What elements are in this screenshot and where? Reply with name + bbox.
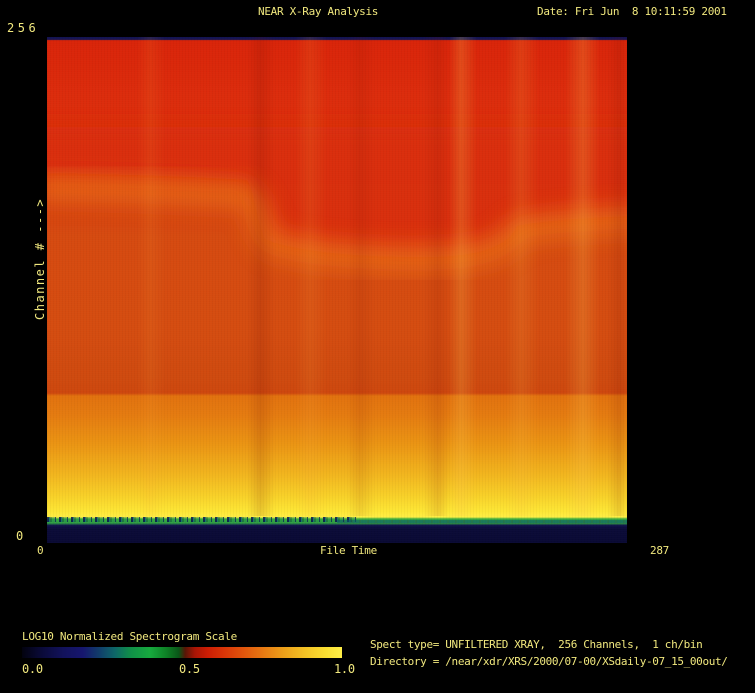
colorbar-tick-max: 1.0: [334, 662, 355, 676]
app-canvas: NEAR X-Ray Analysis Date: Fri Jun 8 10:1…: [0, 0, 755, 693]
x-axis-min-tick: 0: [37, 544, 44, 557]
green-stripe-noise-right: [337, 520, 627, 523]
directory-line: Directory = /near/xdr/XRS/2000/07-00/XSd…: [370, 655, 728, 668]
colorbar-tick-mid: 0.5: [179, 662, 200, 676]
date-label: Date: Fri Jun 8 10:11:59 2001: [537, 5, 727, 18]
y-axis-max-tick: 256: [7, 21, 40, 35]
spect-type-line: Spect type= UNFILTERED XRAY, 256 Channel…: [370, 638, 703, 651]
green-stripe-noise: [47, 517, 359, 522]
y-axis-label: Channel # --->: [33, 197, 47, 320]
page-title: NEAR X-Ray Analysis: [258, 5, 379, 18]
colorbar-tick-min: 0.0: [22, 662, 43, 676]
spectrogram-image: [47, 37, 627, 543]
y-axis-min-tick: 0: [16, 529, 23, 543]
colorbar-title: LOG10 Normalized Spectrogram Scale: [22, 630, 237, 643]
x-axis-label: File Time: [320, 544, 377, 557]
spectrogram-noise-texture: [47, 37, 627, 543]
x-axis-max-tick: 287: [650, 544, 669, 557]
colorbar-gradient: [22, 647, 342, 658]
